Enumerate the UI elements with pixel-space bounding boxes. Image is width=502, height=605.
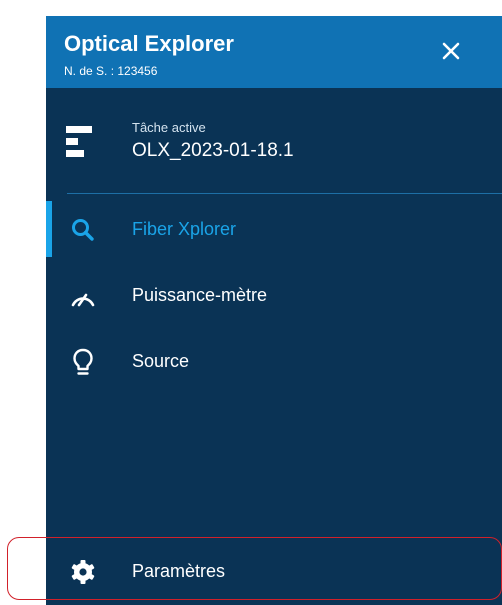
close-button[interactable]	[436, 36, 466, 66]
nav-item-fiber-xplorer[interactable]: Fiber Xplorer	[46, 201, 502, 257]
active-indicator	[46, 201, 52, 257]
active-task[interactable]: Tâche active OLX_2023-01-18.1	[46, 88, 502, 192]
menu-divider	[67, 193, 502, 194]
search-icon	[68, 215, 98, 245]
nav-label-source: Source	[132, 351, 190, 371]
active-task-label: Tâche active	[132, 120, 206, 135]
gauge-icon	[68, 281, 98, 311]
nav-label-power-meter: Puissance-mètre	[132, 285, 268, 305]
nav-label-fiber-xplorer: Fiber Xplorer	[132, 219, 237, 239]
lightbulb-icon	[68, 347, 98, 377]
close-icon	[442, 42, 460, 60]
serial-number: N. de S. : 123456	[64, 64, 158, 78]
settings-highlight-outline	[7, 537, 502, 600]
app-title: Optical Explorer	[64, 31, 234, 56]
menu-header: Optical Explorer N. de S. : 123456	[46, 16, 502, 88]
task-bars-icon	[66, 126, 92, 157]
active-task-name: OLX_2023-01-18.1	[132, 140, 294, 161]
side-menu-panel: Optical Explorer N. de S. : 123456 Tâche…	[46, 16, 502, 605]
nav-item-source[interactable]: Source	[46, 333, 502, 389]
nav-item-power-meter[interactable]: Puissance-mètre	[46, 267, 502, 323]
